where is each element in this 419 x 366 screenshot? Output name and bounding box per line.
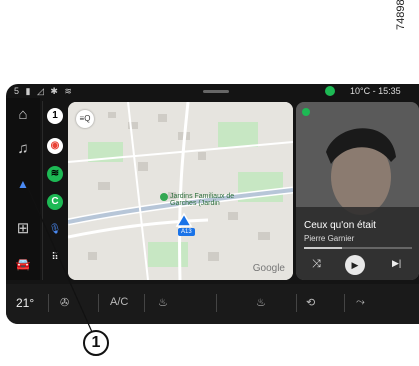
- pull-handle[interactable]: [203, 90, 229, 93]
- shuffle-icon[interactable]: ⤨: [312, 258, 321, 271]
- google-logo: Google: [252, 263, 285, 274]
- track-title: Ceux qu'on était: [304, 220, 376, 231]
- notification-count: 1: [52, 110, 58, 121]
- phone-app-icon[interactable]: C: [47, 194, 63, 210]
- bar-separator: [48, 294, 49, 312]
- launcher-glyph: ⠿: [51, 252, 59, 263]
- android-auto-rail: 1 ◉ ≋ C 🎙 ⠿: [44, 98, 66, 280]
- ac-button[interactable]: A/C: [110, 296, 128, 308]
- track-progress-bar[interactable]: [304, 247, 412, 249]
- car-icon[interactable]: 🚘: [12, 253, 34, 275]
- bar-separator: [144, 294, 145, 312]
- figure-reference-number: 74898: [395, 0, 407, 30]
- map-card[interactable]: ≡Q Jardins Familiaux de Garches (Jardin …: [68, 102, 293, 280]
- maps-glyph: ◉: [50, 140, 60, 151]
- music-note-icon[interactable]: ♫: [12, 138, 34, 160]
- navigation-arrow-icon[interactable]: ▲: [12, 173, 34, 195]
- app-grid-icon[interactable]: ⊞: [12, 218, 34, 240]
- bar-separator: [216, 294, 217, 312]
- spotify-icon[interactable]: ≋: [47, 166, 63, 182]
- app-launcher-icon[interactable]: ⠿: [47, 250, 63, 266]
- mic-glyph: 🎙: [48, 224, 62, 235]
- bar-separator: [98, 294, 99, 312]
- track-artist: Pierre Garnier: [304, 234, 355, 243]
- status-bar: 5 ▮ ◿ ✱ ≋ 10°C - 15:35: [6, 84, 419, 98]
- bar-separator: [344, 294, 345, 312]
- rear-heat-icon[interactable]: ♨: [256, 296, 266, 309]
- phone-glyph: C: [51, 196, 59, 207]
- poi-label: Jardins Familiaux de Garches (Jardin: [170, 193, 235, 207]
- cabin-temperature[interactable]: 21°: [16, 296, 34, 310]
- home-icon[interactable]: ⌂: [12, 104, 34, 126]
- sidebar: ⌂ ♫ ▲ ⊞ 🚘: [6, 98, 40, 280]
- media-card[interactable]: Ceux qu'on était Pierre Garnier ⤨ ▶ ▶|: [296, 102, 419, 280]
- seat-heat-icon[interactable]: ♨: [158, 296, 168, 309]
- clock-time: 15:35: [378, 86, 401, 96]
- status-icons: 5 ▮ ◿ ✱ ≋: [14, 86, 74, 96]
- map-drawing: [68, 102, 293, 280]
- bar-separator: [296, 294, 297, 312]
- notification-badge[interactable]: 1: [47, 108, 63, 124]
- search-map-button[interactable]: ≡Q: [76, 110, 94, 128]
- infotainment-screen: 5 ▮ ◿ ✱ ≋ 10°C - 15:35 ⌂ ♫ ▲ ⊞ 🚘 1 ◉ ≋ C…: [6, 84, 419, 324]
- sidebar-divider: [42, 101, 43, 280]
- microphone-icon[interactable]: 🎙: [47, 222, 63, 238]
- road-label: A13: [178, 228, 195, 236]
- climate-bar: 21° ✇ A/C ♨ ♨ ⟲ ⤳: [6, 284, 419, 324]
- track-progress-fill: [304, 247, 342, 249]
- next-track-icon[interactable]: ▶|: [392, 258, 401, 269]
- callout-marker: 1: [83, 330, 109, 356]
- recirculation-icon[interactable]: ⟲: [306, 296, 315, 309]
- play-button[interactable]: ▶: [345, 255, 365, 275]
- google-maps-icon[interactable]: ◉: [47, 138, 63, 154]
- fan-icon[interactable]: ✇: [60, 296, 69, 309]
- album-art: [296, 102, 419, 280]
- temperature-time: 10°C - 15:35: [350, 86, 401, 96]
- assistant-status-icon: [325, 86, 335, 96]
- outside-temperature: 10°C: [350, 86, 371, 96]
- spotify-glyph: ≋: [50, 168, 60, 179]
- airflow-icon[interactable]: ⤳: [356, 296, 365, 309]
